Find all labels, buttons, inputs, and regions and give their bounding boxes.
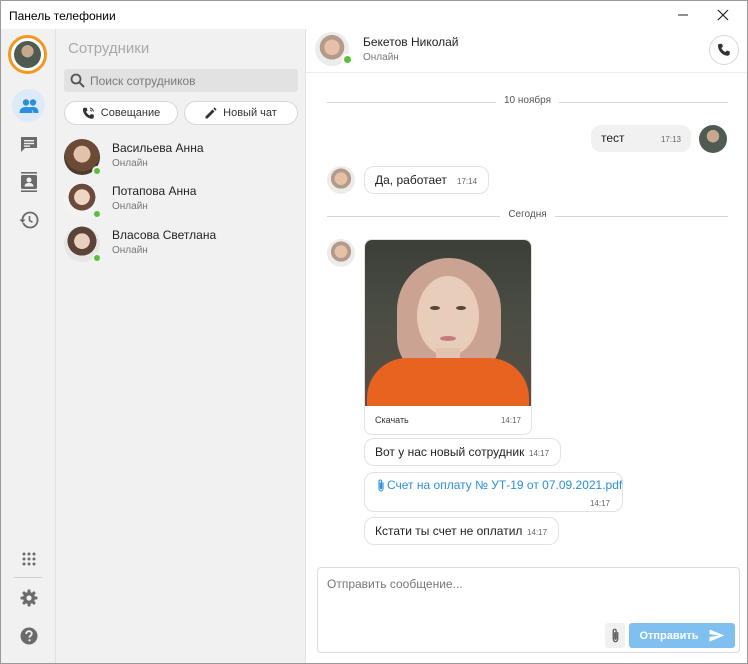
chat-contact-name: Бекетов Николай bbox=[363, 35, 459, 49]
message-time: 14:17 bbox=[500, 416, 521, 425]
my-avatar bbox=[699, 125, 727, 153]
message-time: 14:17 bbox=[589, 499, 610, 508]
dialpad-icon bbox=[22, 552, 35, 565]
send-label: Отправить bbox=[639, 629, 699, 642]
contact-name: Потапова Анна bbox=[112, 184, 197, 198]
incoming-message: Вот у нас новый сотрудник 14:17 bbox=[364, 438, 561, 466]
file-message: Счет на оплату № УТ-19 от 07.09.2021.pdf… bbox=[364, 472, 623, 512]
send-button[interactable]: Отправить bbox=[629, 623, 735, 648]
attach-button[interactable] bbox=[605, 623, 625, 648]
message-text: Вот у нас новый сотрудник bbox=[375, 445, 525, 459]
send-icon bbox=[709, 629, 725, 642]
composer-placeholder: Отправить сообщение... bbox=[327, 577, 463, 591]
phone-icon bbox=[82, 107, 94, 119]
paperclip-icon bbox=[612, 628, 618, 643]
photo-attachment[interactable] bbox=[365, 240, 531, 406]
search-input[interactable]: Поиск сотрудников bbox=[64, 69, 298, 92]
contact-name: Власова Светлана bbox=[112, 228, 217, 242]
download-link[interactable]: Скачать bbox=[375, 415, 409, 425]
paperclip-icon bbox=[378, 479, 384, 492]
help-icon bbox=[20, 627, 37, 644]
meeting-label: Совещание bbox=[100, 107, 161, 119]
search-placeholder: Поиск сотрудников bbox=[90, 74, 196, 88]
nav-history-button[interactable] bbox=[12, 203, 45, 236]
message-composer[interactable]: Отправить сообщение... Отправить bbox=[317, 567, 740, 653]
sender-avatar bbox=[327, 166, 355, 194]
nav-rail bbox=[1, 29, 56, 663]
contact-item[interactable]: Власова Светлана Онлайн bbox=[56, 224, 305, 268]
online-indicator bbox=[342, 54, 353, 65]
message-text: Кстати ты счет не оплатил bbox=[375, 524, 523, 538]
history-icon bbox=[19, 211, 38, 228]
window-title: Панель телефонии bbox=[9, 9, 116, 23]
contact-item[interactable]: Васильева Анна Онлайн bbox=[56, 137, 305, 181]
app-window: Панель телефонии Сотрудники Поиск сотруд… bbox=[0, 0, 748, 664]
chat-header: Бекетов Николай Онлайн bbox=[306, 29, 747, 73]
people-icon bbox=[19, 98, 38, 113]
contact-status: Онлайн bbox=[112, 245, 148, 256]
title-bar: Панель телефонии bbox=[1, 1, 747, 29]
call-button[interactable] bbox=[709, 35, 739, 65]
message-time: 17:13 bbox=[660, 135, 681, 144]
online-indicator bbox=[92, 209, 102, 219]
contact-status: Онлайн bbox=[112, 201, 148, 212]
message-time: 14:17 bbox=[527, 528, 548, 537]
message-time: 17:14 bbox=[457, 177, 478, 186]
contact-name: Васильева Анна bbox=[112, 141, 204, 155]
settings-button[interactable] bbox=[12, 581, 45, 614]
incoming-message: Да, работает 17:14 bbox=[364, 166, 489, 194]
nav-contacts-button[interactable] bbox=[12, 165, 45, 198]
rail-divider bbox=[14, 577, 42, 578]
chat-panel: Бекетов Николай Онлайн 10 ноября тест 17… bbox=[306, 29, 747, 663]
message-text: тест bbox=[601, 131, 625, 145]
chat-contact-status: Онлайн bbox=[363, 52, 399, 63]
message-time: 14:17 bbox=[529, 449, 550, 458]
nav-chats-button[interactable] bbox=[12, 128, 45, 161]
nav-employees-button[interactable] bbox=[12, 89, 45, 122]
new-chat-button[interactable]: Новый чат bbox=[184, 101, 298, 125]
user-avatar[interactable] bbox=[8, 35, 47, 74]
contacts-heading: Сотрудники bbox=[68, 40, 150, 57]
pencil-icon bbox=[205, 107, 217, 119]
minimize-button[interactable] bbox=[665, 1, 701, 29]
date-separator: 10 ноября bbox=[327, 95, 728, 109]
message-text: Да, работает bbox=[375, 173, 447, 187]
chat-icon bbox=[20, 137, 37, 152]
meeting-button[interactable]: Совещание bbox=[64, 101, 178, 125]
date-separator-label: 10 ноября bbox=[496, 95, 559, 106]
online-indicator bbox=[92, 253, 102, 263]
phone-icon bbox=[717, 43, 730, 56]
contact-item[interactable]: Потапова Анна Онлайн bbox=[56, 180, 305, 224]
search-icon bbox=[70, 73, 85, 88]
incoming-message: Кстати ты счет не оплатил 14:17 bbox=[364, 517, 559, 545]
outgoing-message: тест 17:13 bbox=[591, 125, 691, 152]
close-icon bbox=[717, 9, 729, 21]
contacts-book-icon bbox=[20, 171, 37, 192]
file-link[interactable]: Счет на оплату № УТ-19 от 07.09.2021.pdf bbox=[387, 478, 622, 492]
nav-dialpad-button[interactable] bbox=[12, 543, 45, 576]
new-chat-label: Новый чат bbox=[223, 107, 277, 119]
minimize-icon bbox=[678, 14, 688, 16]
contact-status: Онлайн bbox=[112, 158, 148, 169]
contacts-panel: Сотрудники Поиск сотрудников Совещание Н… bbox=[56, 29, 306, 663]
date-separator: Сегодня bbox=[327, 209, 728, 223]
help-button[interactable] bbox=[12, 619, 45, 652]
sender-avatar bbox=[327, 239, 355, 267]
gear-icon bbox=[20, 589, 37, 606]
close-button[interactable] bbox=[705, 1, 741, 29]
online-indicator bbox=[92, 166, 102, 176]
date-separator-label: Сегодня bbox=[500, 209, 555, 220]
image-message: Скачать 14:17 bbox=[364, 239, 532, 435]
